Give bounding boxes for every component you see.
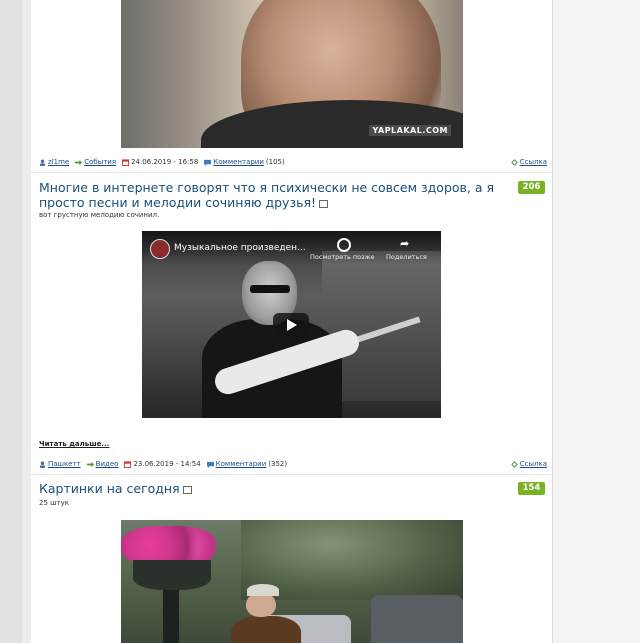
post-description: вот грустную мелодию сочинил. xyxy=(39,211,160,219)
post-feed: YAPLAKAL.COM zl1me События 24.06.2019 - … xyxy=(31,0,553,643)
clock-icon[interactable] xyxy=(337,238,351,252)
post-date: 24.06.2019 - 16:58 xyxy=(131,158,199,166)
post-title-text[interactable]: Многие в интернете говорят что я психиче… xyxy=(39,180,494,210)
photo-car xyxy=(371,595,463,643)
comments-link[interactable]: Комментарии xyxy=(216,460,267,468)
post-image-street[interactable] xyxy=(121,520,463,643)
user-icon xyxy=(39,460,46,468)
share-link-icon xyxy=(510,460,518,468)
comment-icon xyxy=(206,461,214,468)
divider xyxy=(31,474,552,475)
arrow-right-icon xyxy=(86,461,94,467)
comments-count: (105) xyxy=(265,158,285,166)
right-margin xyxy=(553,0,640,643)
watermark: YAPLAKAL.COM xyxy=(369,125,451,136)
calendar-icon xyxy=(122,158,130,166)
calendar-icon xyxy=(124,460,132,468)
photo-man-coat xyxy=(231,616,301,643)
post-date: 23.06.2019 - 14:54 xyxy=(133,460,201,468)
post-title-text[interactable]: Картинки на сегодня xyxy=(39,481,180,496)
post-description: 25 штук xyxy=(39,499,69,507)
rating-badge[interactable]: 154 xyxy=(518,482,545,495)
photo-flowerpot xyxy=(133,560,211,590)
arrow-right-icon xyxy=(75,159,83,165)
video-glasses xyxy=(250,285,290,293)
post-image-portrait[interactable]: YAPLAKAL.COM xyxy=(121,0,463,148)
photo-pole xyxy=(163,590,179,643)
author-link[interactable]: zl1me xyxy=(48,158,69,166)
left-gutter xyxy=(0,0,22,643)
video-player[interactable]: Музыкальное произведен... Посмотреть поз… xyxy=(142,231,441,418)
category-link[interactable]: События xyxy=(84,158,116,166)
play-icon[interactable] xyxy=(273,313,309,337)
watch-later-button[interactable]: Посмотреть позже xyxy=(310,253,374,261)
photo-shirt xyxy=(201,100,463,148)
external-link-icon[interactable] xyxy=(319,199,328,208)
author-link[interactable]: Пашкетт xyxy=(48,460,81,468)
share-link[interactable]: Ссылка xyxy=(520,158,547,166)
share-icon[interactable]: ➦ xyxy=(400,237,409,250)
photo-man-cap xyxy=(247,584,279,596)
comment-icon xyxy=(204,159,212,166)
post-meta: Пашкетт Видео 23.06.2019 - 14:54 Коммент… xyxy=(39,457,547,471)
post-title[interactable]: Картинки на сегодня xyxy=(39,481,192,496)
comments-link[interactable]: Комментарии xyxy=(213,158,264,166)
external-link-icon[interactable] xyxy=(182,485,192,494)
channel-avatar[interactable] xyxy=(150,239,170,259)
divider xyxy=(31,172,552,173)
post-title[interactable]: Многие в интернете говорят что я психиче… xyxy=(39,180,499,210)
user-icon xyxy=(39,158,46,166)
video-title[interactable]: Музыкальное произведен... xyxy=(174,243,306,253)
post-meta: zl1me События 24.06.2019 - 16:58 Коммент… xyxy=(39,155,547,169)
share-button[interactable]: Поделиться xyxy=(386,253,427,261)
read-more-link[interactable]: Читать дальше... xyxy=(39,440,109,448)
comments-count: (352) xyxy=(268,460,288,468)
share-link[interactable]: Ссылка xyxy=(520,460,547,468)
category-link[interactable]: Видео xyxy=(96,460,119,468)
share-link-icon xyxy=(510,158,518,166)
rating-badge[interactable]: 206 xyxy=(518,181,545,194)
